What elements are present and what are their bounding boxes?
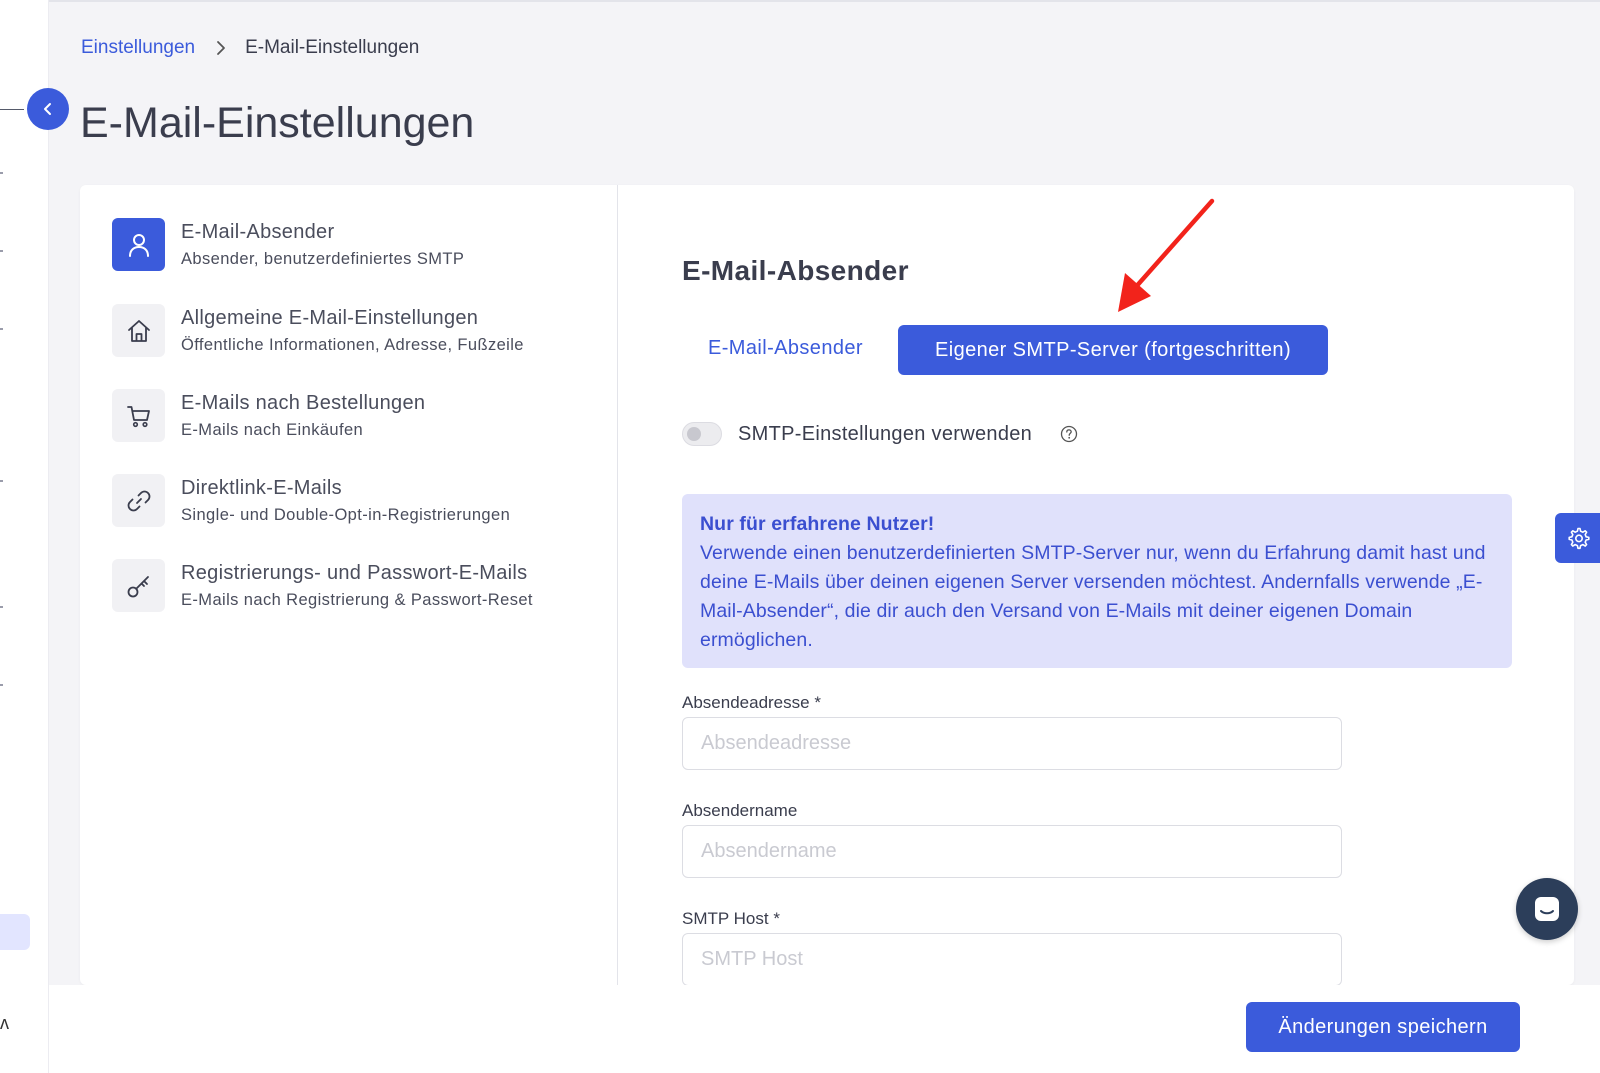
user-icon [112,218,165,271]
nav-item-marker[interactable] [0,606,3,608]
menu-item-email-sender[interactable]: E-Mail-Absender Absender, benutzerdefini… [112,218,464,271]
home-icon [112,304,165,357]
advanced-users-warning: Nur für erfahrene Nutzer! Verwende einen… [682,494,1512,668]
smtp-host-input[interactable] [682,933,1342,986]
sender-address-input[interactable] [682,717,1342,770]
collapse-sidebar-button[interactable] [27,88,69,130]
nav-item-marker[interactable] [0,328,3,330]
menu-item-title: E-Mails nach Bestellungen [181,392,426,414]
menu-item-subtitle: Absender, benutzerdefiniertes SMTP [181,250,465,268]
menu-item-subtitle: Single- und Double-Opt-in-Registrierunge… [181,506,511,524]
nav-item-active[interactable] [0,914,30,950]
menu-item-subtitle: Öffentliche Informationen, Adresse, Fußz… [181,336,524,354]
warning-body: Verwende einen benutzerdefinierten SMTP-… [700,542,1486,651]
key-icon [112,559,165,612]
sender-address-label: Absendeadresse * [682,693,821,712]
left-navigation: ʌ [0,0,49,1073]
menu-item-subtitle: E-Mails nach Registrierung & Passwort-Re… [181,591,533,609]
card-divider [617,185,618,985]
tab-email-sender[interactable]: E-Mail-Absender [708,337,863,360]
tab-custom-smtp-server[interactable]: Eigener SMTP-Server (fortgeschritten) [898,325,1328,375]
annotation-arrow-icon [1118,198,1215,312]
nav-item-marker[interactable] [0,480,3,482]
chat-icon [1535,897,1559,921]
gear-icon [1567,527,1590,550]
save-changes-button[interactable]: Änderungen speichern [1246,1002,1520,1052]
menu-item-title: Registrierungs- und Passwort-E-Mails [181,562,528,584]
nav-divider [0,109,24,110]
menu-item-order-emails[interactable]: E-Mails nach Bestellungen E-Mails nach E… [112,389,425,442]
help-icon[interactable] [1060,425,1078,443]
chat-widget-button[interactable] [1516,878,1578,940]
menu-item-subtitle: E-Mails nach Einkäufen [181,421,364,439]
nav-item-marker[interactable] [0,684,3,686]
cart-icon [112,389,165,442]
toggle-knob [687,427,701,441]
settings-card: E-Mail-Absender Absender, benutzerdefini… [80,185,1574,986]
sender-name-input[interactable] [682,825,1342,878]
top-border [0,0,1600,2]
breadcrumb-current: E-Mail-Einstellungen [245,37,420,58]
menu-item-title: Direktlink-E-Mails [181,477,342,499]
menu-item-direct-link-emails[interactable]: Direktlink-E-Mails Single- und Double-Op… [112,474,510,527]
smtp-settings-toggle[interactable] [682,422,722,446]
sender-name-label: Absendername [682,801,798,820]
chevron-right-icon [215,40,227,56]
breadcrumb-link-settings[interactable]: Einstellungen [81,37,195,59]
menu-item-title: E-Mail-Absender [181,221,335,243]
nav-item-marker[interactable] [0,172,3,174]
menu-item-registration-password-emails[interactable]: Registrierungs- und Passwort-E-Mails E-M… [112,559,533,612]
warning-title: Nur für erfahrene Nutzer! [700,513,935,535]
nav-item-marker[interactable] [0,250,3,252]
smtp-host-label: SMTP Host * [682,909,780,928]
menu-item-general-email-settings[interactable]: Allgemeine E-Mail-Einstellungen Öffentli… [112,304,524,357]
smtp-toggle-row: SMTP-Einstellungen verwenden [682,422,1078,446]
menu-item-title: Allgemeine E-Mail-Einstellungen [181,307,479,329]
chevron-left-icon [44,103,51,115]
section-title: E-Mail-Absender [682,255,909,286]
link-icon [112,474,165,527]
settings-widget-button[interactable] [1555,513,1600,563]
smtp-toggle-label: SMTP-Einstellungen verwenden [738,422,1033,445]
breadcrumb: Einstellungen E-Mail-Einstellungen [81,37,419,59]
page-title: E-Mail-Einstellungen [80,99,475,147]
nav-user-icon[interactable]: ʌ [0,1013,9,1034]
